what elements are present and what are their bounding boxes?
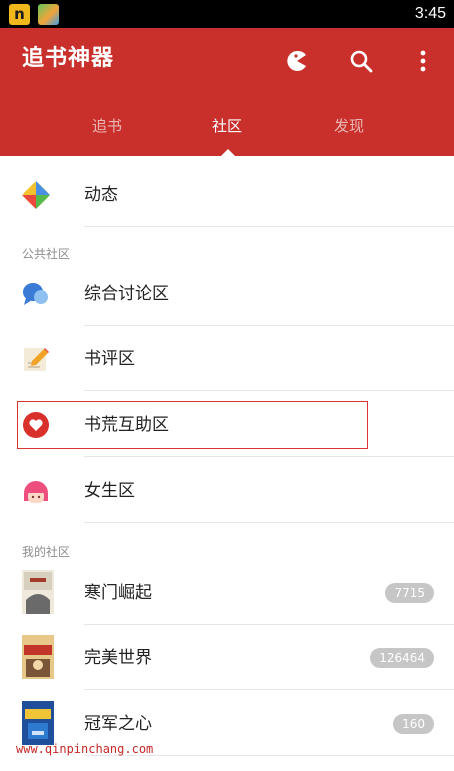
- list-item-label: 动态: [84, 185, 118, 205]
- tab-faxian[interactable]: 发现: [274, 108, 424, 156]
- book-cover: [22, 701, 54, 745]
- divider: [84, 390, 454, 391]
- tab-bar: 追书 社区 发现: [0, 108, 454, 156]
- list-item-label: 女生区: [84, 481, 135, 501]
- notification-app-icon: n: [9, 4, 30, 25]
- list-item-label: 综合讨论区: [84, 284, 169, 304]
- selection-highlight: [17, 401, 368, 449]
- list-item-label: 书评区: [84, 349, 135, 369]
- search-icon[interactable]: [348, 48, 374, 74]
- list-item-general-discussion[interactable]: 综合讨论区: [0, 262, 454, 326]
- divider: [84, 522, 454, 523]
- section-title-mine: 我的社区: [22, 545, 71, 559]
- pencil-note-icon: [22, 345, 50, 373]
- list-item-label: 完美世界: [84, 648, 152, 668]
- feed-icon: [22, 181, 50, 209]
- list-item-label: 寒门崛起: [84, 583, 152, 603]
- app-title: 追书神器: [22, 46, 115, 71]
- app-bar: 追书神器 追书 社区 发现: [0, 28, 454, 156]
- count-badge: 160: [393, 714, 434, 734]
- count-badge: 126464: [370, 648, 434, 668]
- girl-face-icon: [22, 477, 50, 505]
- notification-app-icon-2: [38, 4, 59, 25]
- book-cover: [22, 635, 54, 679]
- status-time: 3:45: [414, 5, 446, 22]
- list-item-book-review[interactable]: 书评区: [0, 327, 454, 391]
- divider: [84, 689, 454, 690]
- divider: [84, 325, 454, 326]
- tab-indicator: [221, 149, 235, 156]
- list-item-book-wanmei[interactable]: 完美世界 126464: [0, 626, 454, 690]
- count-badge: 7715: [385, 583, 434, 603]
- list-item-feed[interactable]: 动态: [0, 163, 454, 227]
- chat-bubbles-icon: [22, 280, 50, 308]
- more-vertical-icon[interactable]: [410, 48, 436, 74]
- list-item-girls-zone[interactable]: 女生区: [0, 459, 454, 523]
- watermark: www.qinpinchang.com: [16, 742, 154, 756]
- divider: [84, 624, 454, 625]
- divider: [84, 456, 454, 457]
- section-title-public: 公共社区: [22, 247, 71, 261]
- list-item-book-hanmen[interactable]: 寒门崛起 7715: [0, 561, 454, 625]
- divider: [84, 226, 454, 227]
- pacman-icon[interactable]: [284, 48, 310, 74]
- status-bar: n 3:45: [0, 0, 454, 28]
- book-cover: [22, 570, 54, 614]
